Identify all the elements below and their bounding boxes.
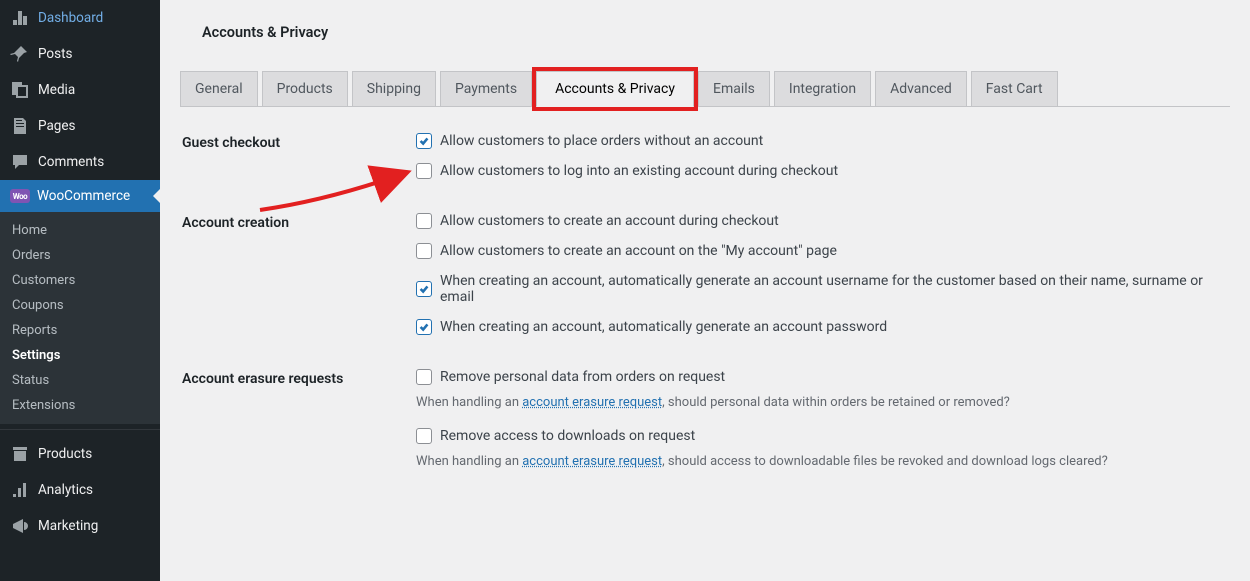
checkbox-option[interactable]: Allow customers to create an account on … xyxy=(416,243,1230,259)
checkbox[interactable] xyxy=(416,369,432,385)
settings-tabs: GeneralProductsShippingPaymentsAccounts … xyxy=(180,71,1230,107)
checkbox-label: Allow customers to create an account on … xyxy=(440,243,837,259)
checkbox[interactable] xyxy=(416,133,432,149)
submenu-item-orders[interactable]: Orders xyxy=(0,243,160,268)
submenu-item-extensions[interactable]: Extensions xyxy=(0,393,160,418)
main-content: Accounts & Privacy GeneralProductsShippi… xyxy=(160,0,1250,581)
pin-icon xyxy=(10,44,30,64)
page-title: Accounts & Privacy xyxy=(180,0,1230,71)
sidebar-item-label: Posts xyxy=(38,46,72,62)
erasure-desc: When handling an account erasure request… xyxy=(416,395,1230,410)
sidebar-item-comments[interactable]: Comments xyxy=(0,144,160,180)
checkbox-option[interactable]: Allow customers to create an account dur… xyxy=(416,213,1230,229)
tab-integration[interactable]: Integration xyxy=(774,71,871,106)
sidebar-item-label: Media xyxy=(38,82,75,98)
submenu-item-status[interactable]: Status xyxy=(0,368,160,393)
tab-advanced[interactable]: Advanced xyxy=(875,71,967,106)
sidebar-item-label: Marketing xyxy=(38,518,98,534)
media-icon xyxy=(10,80,30,100)
woo-icon: Woo xyxy=(10,189,30,203)
pages-icon xyxy=(10,116,30,136)
checkbox-label: When creating an account, automatically … xyxy=(440,319,887,335)
section-account-creation: Account creation Allow customers to crea… xyxy=(182,213,1230,349)
checkbox-label: Remove personal data from orders on requ… xyxy=(440,369,725,385)
sidebar-item-media[interactable]: Media xyxy=(0,72,160,108)
checkbox-label: Remove access to downloads on request xyxy=(440,428,695,444)
checkbox-label: When creating an account, automatically … xyxy=(440,273,1230,305)
sidebar-item-label: Products xyxy=(38,446,92,462)
tab-accounts-privacy[interactable]: Accounts & Privacy xyxy=(536,71,694,107)
sidebar-item-label: Comments xyxy=(38,154,104,170)
erasure-request-link[interactable]: account erasure request xyxy=(522,395,662,410)
tab-emails[interactable]: Emails xyxy=(698,71,770,106)
erasure-desc: When handling an account erasure request… xyxy=(416,454,1230,469)
sidebar-item-marketing[interactable]: Marketing xyxy=(0,508,160,544)
submenu-item-settings[interactable]: Settings xyxy=(0,343,160,368)
submenu-item-home[interactable]: Home xyxy=(0,218,160,243)
section-label: Guest checkout xyxy=(182,133,416,193)
checkbox-option[interactable]: Allow customers to place orders without … xyxy=(416,133,1230,149)
section-guest-checkout: Guest checkout Allow customers to place … xyxy=(182,133,1230,193)
checkbox-option[interactable]: Remove access to downloads on request xyxy=(416,428,1230,444)
archive-icon xyxy=(10,444,30,464)
checkbox[interactable] xyxy=(416,319,432,335)
sidebar-item-dashboard[interactable]: Dashboard xyxy=(0,0,160,36)
checkbox[interactable] xyxy=(416,213,432,229)
chart-icon xyxy=(10,480,30,500)
sidebar-item-posts[interactable]: Posts xyxy=(0,36,160,72)
comment-icon xyxy=(10,152,30,172)
section-label: Account creation xyxy=(182,213,416,349)
checkbox[interactable] xyxy=(416,428,432,444)
section-erasure: Account erasure requests Remove personal… xyxy=(182,369,1230,487)
checkbox-label: Allow customers to place orders without … xyxy=(440,133,763,149)
sidebar-item-label: WooCommerce xyxy=(37,188,130,204)
sidebar-item-woocommerce[interactable]: Woo WooCommerce xyxy=(0,180,160,212)
megaphone-icon xyxy=(10,516,30,536)
tab-fast-cart[interactable]: Fast Cart xyxy=(971,71,1058,106)
checkbox-option[interactable]: Allow customers to log into an existing … xyxy=(416,163,1230,179)
sidebar-item-analytics[interactable]: Analytics xyxy=(0,472,160,508)
submenu-item-customers[interactable]: Customers xyxy=(0,268,160,293)
tab-general[interactable]: General xyxy=(180,71,258,106)
section-label: Account erasure requests xyxy=(182,369,416,487)
checkbox-label: Allow customers to create an account dur… xyxy=(440,213,779,229)
tab-products[interactable]: Products xyxy=(262,71,348,106)
erasure-request-link[interactable]: account erasure request xyxy=(522,454,662,469)
sidebar-item-label: Pages xyxy=(38,118,76,134)
sidebar-item-pages[interactable]: Pages xyxy=(0,108,160,144)
submenu-item-coupons[interactable]: Coupons xyxy=(0,293,160,318)
admin-sidebar: Dashboard Posts Media Pages Comments Woo WooCo… xyxy=(0,0,160,581)
tab-payments[interactable]: Payments xyxy=(440,71,532,106)
sidebar-item-products[interactable]: Products xyxy=(0,436,160,472)
checkbox[interactable] xyxy=(416,243,432,259)
checkbox-option[interactable]: When creating an account, automatically … xyxy=(416,273,1230,305)
submenu-item-reports[interactable]: Reports xyxy=(0,318,160,343)
checkbox[interactable] xyxy=(416,163,432,179)
checkbox-option[interactable]: When creating an account, automatically … xyxy=(416,319,1230,335)
sidebar-item-label: Dashboard xyxy=(38,10,103,26)
dashboard-icon xyxy=(10,8,30,28)
sidebar-item-label: Analytics xyxy=(38,482,93,498)
tab-shipping[interactable]: Shipping xyxy=(352,71,436,106)
checkbox[interactable] xyxy=(416,281,432,297)
checkbox-option[interactable]: Remove personal data from orders on requ… xyxy=(416,369,1230,385)
checkbox-label: Allow customers to log into an existing … xyxy=(440,163,838,179)
